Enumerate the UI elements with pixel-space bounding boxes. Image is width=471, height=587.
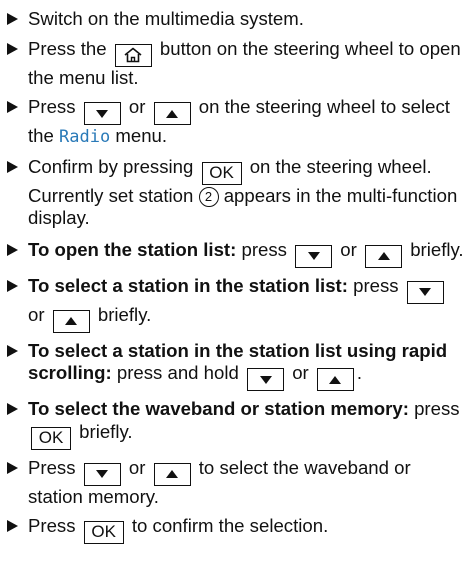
ok-button: OK bbox=[83, 521, 124, 544]
step-text: briefly. bbox=[97, 303, 152, 325]
step-1: Switch on the multimedia system. bbox=[6, 8, 465, 31]
or-text: or bbox=[340, 238, 357, 260]
step-text: Press bbox=[28, 515, 76, 536]
up-arrow-icon bbox=[65, 317, 78, 326]
step-label: To select a station in the station list: bbox=[28, 274, 348, 296]
reference-number: 2 bbox=[198, 186, 219, 207]
up-arrow-icon bbox=[377, 252, 390, 261]
step-text: press bbox=[414, 398, 460, 419]
ok-button: OK bbox=[201, 161, 242, 185]
step-10: Press OK to confirm the selection. bbox=[6, 515, 465, 544]
step-text: press bbox=[353, 274, 399, 296]
step-text: briefly. bbox=[79, 420, 133, 442]
step-text: Confirm by pressing bbox=[28, 155, 194, 177]
step-5: To open the station list: press or brief… bbox=[6, 239, 465, 268]
down-arrow-icon bbox=[307, 252, 320, 261]
or-text: or bbox=[128, 96, 146, 117]
bullet-arrow-icon bbox=[7, 101, 18, 113]
down-arrow-icon bbox=[96, 109, 109, 118]
step-text: menu. bbox=[115, 125, 168, 146]
step-text: Press bbox=[28, 96, 76, 117]
step-3: Press or on the steering wheel to select… bbox=[6, 96, 465, 149]
step-label: To open the station list: bbox=[28, 238, 237, 260]
bullet-arrow-icon bbox=[7, 403, 18, 415]
step-8: To select the waveband or station memory… bbox=[6, 398, 465, 450]
result-text: Currently set station bbox=[28, 184, 194, 206]
step-2: Press the button on the steering wheel t… bbox=[6, 38, 465, 90]
step-text: Press the bbox=[28, 37, 107, 59]
bullet-arrow-icon bbox=[7, 279, 18, 292]
step-7: To select a station in the station list … bbox=[6, 340, 465, 391]
step-9: Press or to select the waveband or stati… bbox=[6, 457, 465, 509]
or-text: or bbox=[292, 362, 309, 383]
step-4: Confirm by pressing OK on the steering w… bbox=[6, 156, 465, 230]
step-text: press bbox=[241, 238, 287, 260]
home-button bbox=[114, 43, 152, 67]
step-label: To select the waveband or station memory… bbox=[28, 398, 409, 419]
step-text: Press bbox=[28, 456, 76, 478]
home-icon bbox=[124, 47, 142, 63]
step-6: To select a station in the station list:… bbox=[6, 275, 465, 333]
down-arrow-icon bbox=[259, 375, 272, 384]
step-result: Currently set station 2 appears in the m… bbox=[28, 185, 465, 230]
up-arrow-icon bbox=[329, 375, 342, 384]
down-arrow-icon bbox=[96, 470, 109, 479]
radio-menu-name: Radio bbox=[59, 127, 111, 147]
down-button bbox=[83, 462, 121, 486]
step-text: press and hold bbox=[116, 362, 239, 383]
bullet-arrow-icon bbox=[7, 13, 18, 25]
step-text: Switch on the multimedia system. bbox=[28, 8, 304, 29]
instruction-list: Switch on the multimedia system. Press t… bbox=[0, 0, 471, 544]
up-button bbox=[153, 462, 191, 486]
down-arrow-icon bbox=[419, 288, 432, 297]
bullet-arrow-icon bbox=[7, 42, 18, 55]
down-button bbox=[295, 244, 333, 268]
down-button bbox=[247, 368, 285, 391]
ok-button: OK bbox=[31, 426, 71, 450]
step-text: briefly. bbox=[410, 238, 464, 260]
step-text: . bbox=[356, 362, 363, 383]
bullet-arrow-icon bbox=[7, 520, 18, 532]
up-button bbox=[153, 102, 191, 125]
bullet-arrow-icon bbox=[7, 461, 18, 474]
up-button bbox=[52, 309, 90, 333]
bullet-arrow-icon bbox=[7, 243, 18, 256]
or-text: or bbox=[28, 303, 45, 325]
up-arrow-icon bbox=[166, 470, 179, 479]
down-button bbox=[406, 280, 444, 304]
bullet-arrow-icon bbox=[7, 344, 18, 357]
up-button bbox=[316, 368, 354, 391]
down-button bbox=[83, 102, 121, 125]
step-text: on the steering wheel. bbox=[249, 155, 432, 177]
step-text: to confirm the selection. bbox=[131, 515, 329, 536]
up-arrow-icon bbox=[166, 109, 179, 118]
or-text: or bbox=[128, 456, 146, 478]
bullet-arrow-icon bbox=[7, 160, 18, 173]
up-button bbox=[365, 244, 403, 268]
